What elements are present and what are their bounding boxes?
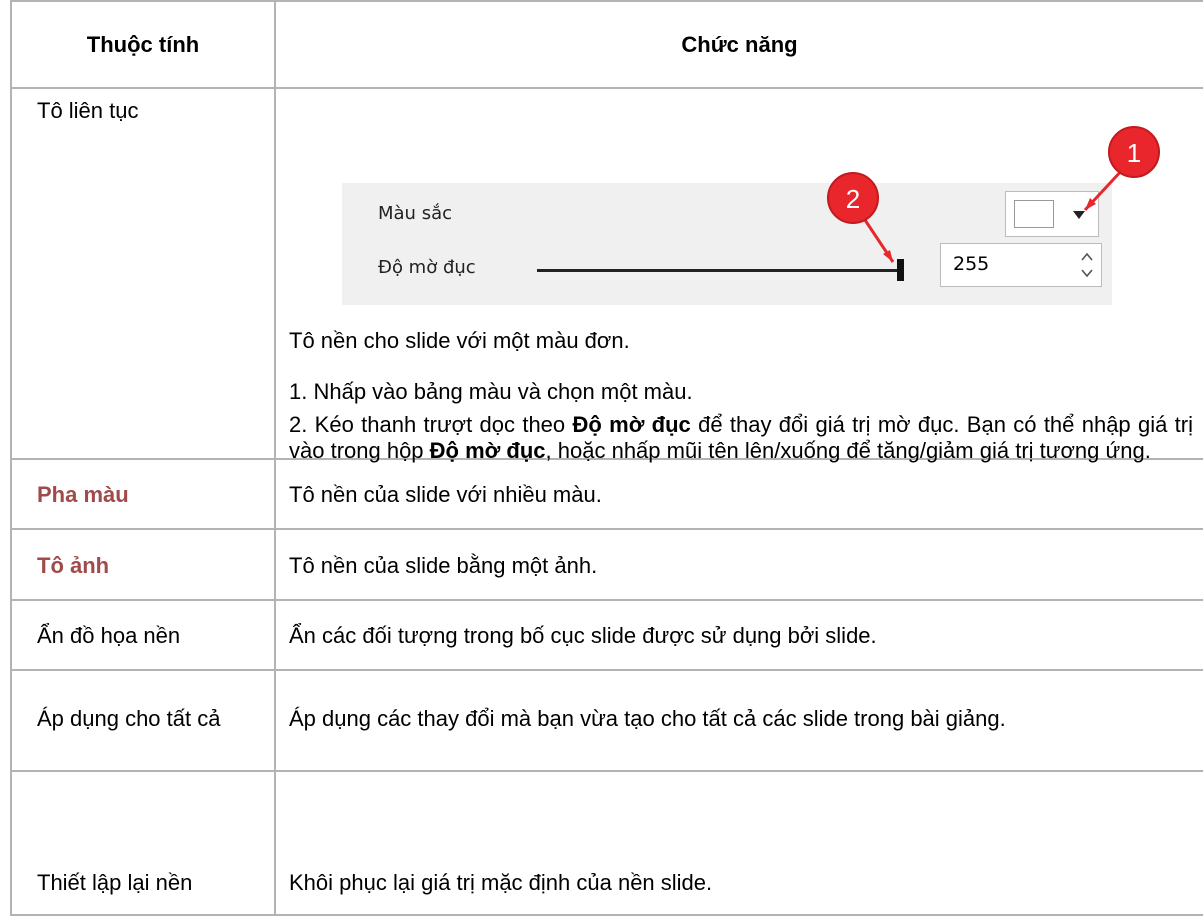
row-function-apply-all: Áp dụng các thay đổi mà bạn vừa tạo cho … [289, 706, 1006, 731]
callout-2-icon: 2 [827, 172, 895, 263]
callout-1-label: 1 [1127, 138, 1141, 168]
solid-fill-desc-3: 2. Kéo thanh trượt dọc theo Độ mờ đục để… [289, 412, 1193, 464]
row-function-picture-fill: Tô nền của slide bằng một ảnh. [289, 553, 598, 578]
solid-fill-desc-2: 1. Nhấp vào bảng màu và chọn một màu. [289, 379, 693, 404]
row-property-hide-background: Ẩn đồ họa nền [37, 623, 181, 648]
row-property-apply-all: Áp dụng cho tất cả [37, 706, 221, 731]
callout-1-icon: 1 [1083, 126, 1160, 212]
row-function-hide-background: Ẩn các đối tượng trong bố cục slide được… [289, 623, 877, 648]
row-function-reset-background: Khôi phục lại giá trị mặc định của nền s… [289, 870, 713, 895]
properties-table: Thuộc tính Chức năng Tô liên tục Màu sắc… [0, 0, 1203, 916]
row-property-picture-fill[interactable]: Tô ảnh [37, 553, 109, 579]
desc3-text-3: , hoặc nhấp mũi tên lên/xuống để tăng/gi… [545, 438, 1151, 463]
row-property-reset-background: Thiết lập lại nền [37, 870, 193, 895]
desc3-bold-1: Độ mờ đục [572, 412, 691, 437]
desc3-text-1: 2. Kéo thanh trượt dọc theo [289, 412, 573, 437]
row-function-gradient-fill: Tô nền của slide với nhiều màu. [289, 482, 602, 507]
row-property-gradient-fill[interactable]: Pha màu [37, 482, 129, 508]
callout-2-label: 2 [846, 184, 860, 214]
desc3-bold-2: Độ mờ đục [429, 438, 546, 463]
solid-fill-desc-1: Tô nền cho slide với một màu đơn. [289, 328, 630, 353]
